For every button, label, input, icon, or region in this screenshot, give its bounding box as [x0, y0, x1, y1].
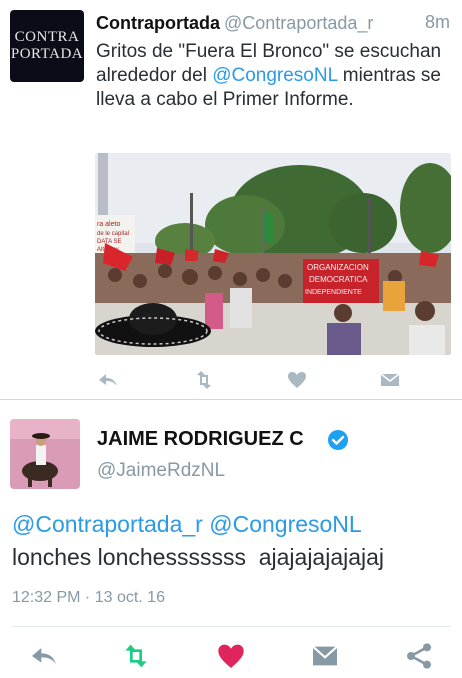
avatar[interactable]: CONTRA PORTADA	[10, 10, 84, 82]
banner-text: ORGANIZACION	[307, 263, 369, 272]
avatar-logo-line1: CONTRA	[14, 29, 80, 45]
banner-text: DEMOCRATICA	[309, 275, 368, 284]
tweet-timestamp: 12:32 PM · 13 oct. 16	[12, 589, 165, 606]
photo-sign-text: DATA SE	[97, 239, 121, 245]
mention-link[interactable]: @Contraportada_r	[12, 511, 203, 537]
user-handle[interactable]: @JaimeRdzNL	[97, 460, 225, 482]
tweet-header: Contraportada @Contraportada_r	[96, 12, 373, 34]
reply-icon[interactable]	[28, 640, 60, 672]
tweet-photo[interactable]: ra aleto de le capital DATA SE Alto hay …	[95, 153, 451, 355]
reply-icon[interactable]	[96, 368, 120, 392]
share-icon[interactable]	[403, 640, 435, 672]
photo-sign-text: de le capital	[97, 231, 129, 237]
tweet-text: @Contraportada_r @CongresoNL lonches lonc…	[12, 508, 452, 574]
retweet-icon[interactable]	[120, 640, 152, 672]
banner-text: INDEPENDIENTE	[305, 289, 362, 296]
display-name[interactable]: JAIME RODRIGUEZ C	[97, 428, 304, 451]
avatar-logo-line2: PORTADA	[10, 46, 84, 62]
avatar[interactable]	[10, 419, 80, 489]
divider	[12, 626, 450, 627]
display-name[interactable]: Contraportada	[96, 13, 220, 33]
envelope-icon[interactable]	[378, 368, 402, 392]
photo-sign-text: ra aleto	[97, 221, 120, 228]
tweet-text: Gritos de "Fuera El Bronco" se escuchan …	[96, 40, 456, 112]
envelope-icon[interactable]	[309, 640, 341, 672]
heart-icon[interactable]	[215, 640, 247, 672]
mention-link[interactable]: @CongresoNL	[209, 511, 361, 537]
retweet-icon[interactable]	[192, 368, 216, 392]
heart-icon[interactable]	[285, 368, 309, 392]
verified-badge-icon	[327, 429, 349, 451]
user-handle[interactable]: @Contraportada_r	[224, 13, 373, 33]
mention-link[interactable]: @CongresoNL	[212, 65, 337, 86]
tweet-actions	[0, 640, 462, 672]
tweet-time: 8m	[424, 12, 450, 32]
tweet-text-part: lonches lonchesssssss ajajajajajajaj	[12, 544, 385, 570]
tweet-contraportada[interactable]: CONTRA PORTADA Contraportada @Contraporta…	[0, 0, 462, 400]
tweet-actions	[96, 368, 402, 392]
